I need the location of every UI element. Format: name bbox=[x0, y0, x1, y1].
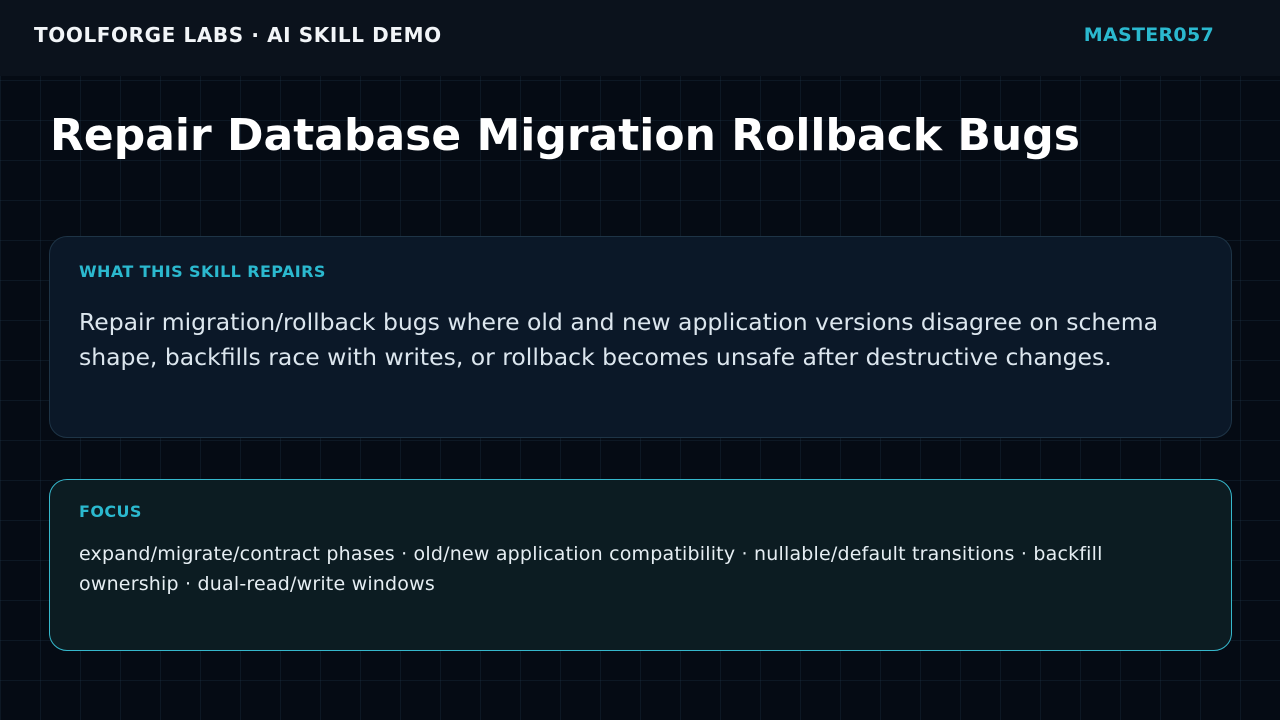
top-bar: TOOLFORGE LABS · AI SKILL DEMO MASTER057 bbox=[0, 0, 1280, 76]
focus-card-text: expand/migrate/contract phases · old/new… bbox=[79, 543, 1103, 595]
repairs-card-text: Repair migration/rollback bugs where old… bbox=[79, 308, 1159, 371]
focus-card-label: FOCUS bbox=[79, 502, 142, 521]
brand-label: TOOLFORGE LABS · AI SKILL DEMO bbox=[34, 23, 442, 47]
skill-code: MASTER057 bbox=[1083, 24, 1214, 46]
repairs-card: WHAT THIS SKILL REPAIRS Repair migration… bbox=[49, 236, 1232, 438]
repairs-card-label: WHAT THIS SKILL REPAIRS bbox=[79, 262, 326, 281]
page-title: Repair Database Migration Rollback Bugs bbox=[50, 110, 1080, 161]
focus-card: FOCUS expand/migrate/contract phases · o… bbox=[49, 479, 1232, 651]
